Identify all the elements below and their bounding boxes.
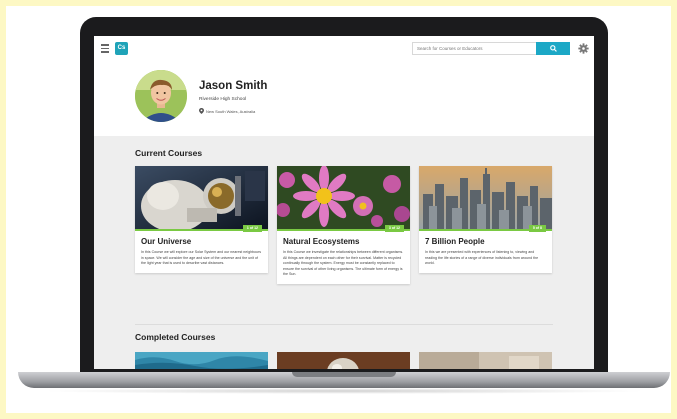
app-screen: Cs Search for Courses or Educators Jason… (94, 36, 594, 369)
search-icon (550, 45, 557, 52)
course-title[interactable]: Our Universe (141, 237, 262, 246)
search-input[interactable] (412, 42, 536, 55)
profile-location: New South Wales, Australia (206, 109, 256, 114)
app-logo[interactable]: Cs (115, 42, 128, 55)
course-description: In this Course we investigate the relati… (283, 250, 404, 277)
course-image-flowers (277, 166, 410, 229)
course-progress-badge: 5 of 8 (528, 225, 546, 232)
laptop-notch (292, 372, 396, 377)
course-title[interactable]: Natural Ecosystems (283, 237, 404, 246)
top-bar: Cs (94, 36, 594, 63)
completed-course-thumbnail[interactable] (277, 352, 410, 369)
course-title[interactable]: 7 Billion People (425, 237, 546, 246)
current-courses-heading: Current Courses (135, 148, 203, 158)
completed-courses-heading: Completed Courses (135, 332, 216, 342)
section-divider (135, 324, 553, 325)
course-description: In this Course we will explore our Solar… (141, 250, 262, 266)
course-image-astronaut (135, 166, 268, 229)
profile-school: Riverside High School (199, 97, 247, 102)
course-card-our-universe[interactable]: 1 of 12 Our Universe In this Course we w… (135, 166, 268, 273)
search-button[interactable] (536, 42, 570, 55)
profile-header: Jason Smith Riverside High School New So… (94, 62, 594, 136)
course-progress-badge: 3 of 12 (384, 225, 404, 232)
course-card-7-billion-people[interactable]: 5 of 8 7 Billion People In this we are p… (419, 166, 552, 273)
avatar[interactable] (135, 70, 187, 122)
course-card-natural-ecosystems[interactable]: 3 of 12 Natural Ecosystems In this Cours… (277, 166, 410, 284)
course-description: In this we are presented with experience… (425, 250, 539, 266)
gear-icon[interactable] (578, 43, 589, 54)
course-progress-badge: 1 of 12 (242, 225, 262, 232)
course-image-city (419, 166, 552, 229)
avatar-photo (135, 70, 187, 122)
completed-course-thumbnail[interactable] (419, 352, 552, 369)
hamburger-menu-icon[interactable] (101, 44, 109, 53)
completed-course-thumbnail[interactable] (135, 352, 268, 369)
profile-name: Jason Smith (199, 80, 268, 92)
location-pin-icon (199, 108, 204, 114)
laptop-shadow (40, 388, 648, 394)
